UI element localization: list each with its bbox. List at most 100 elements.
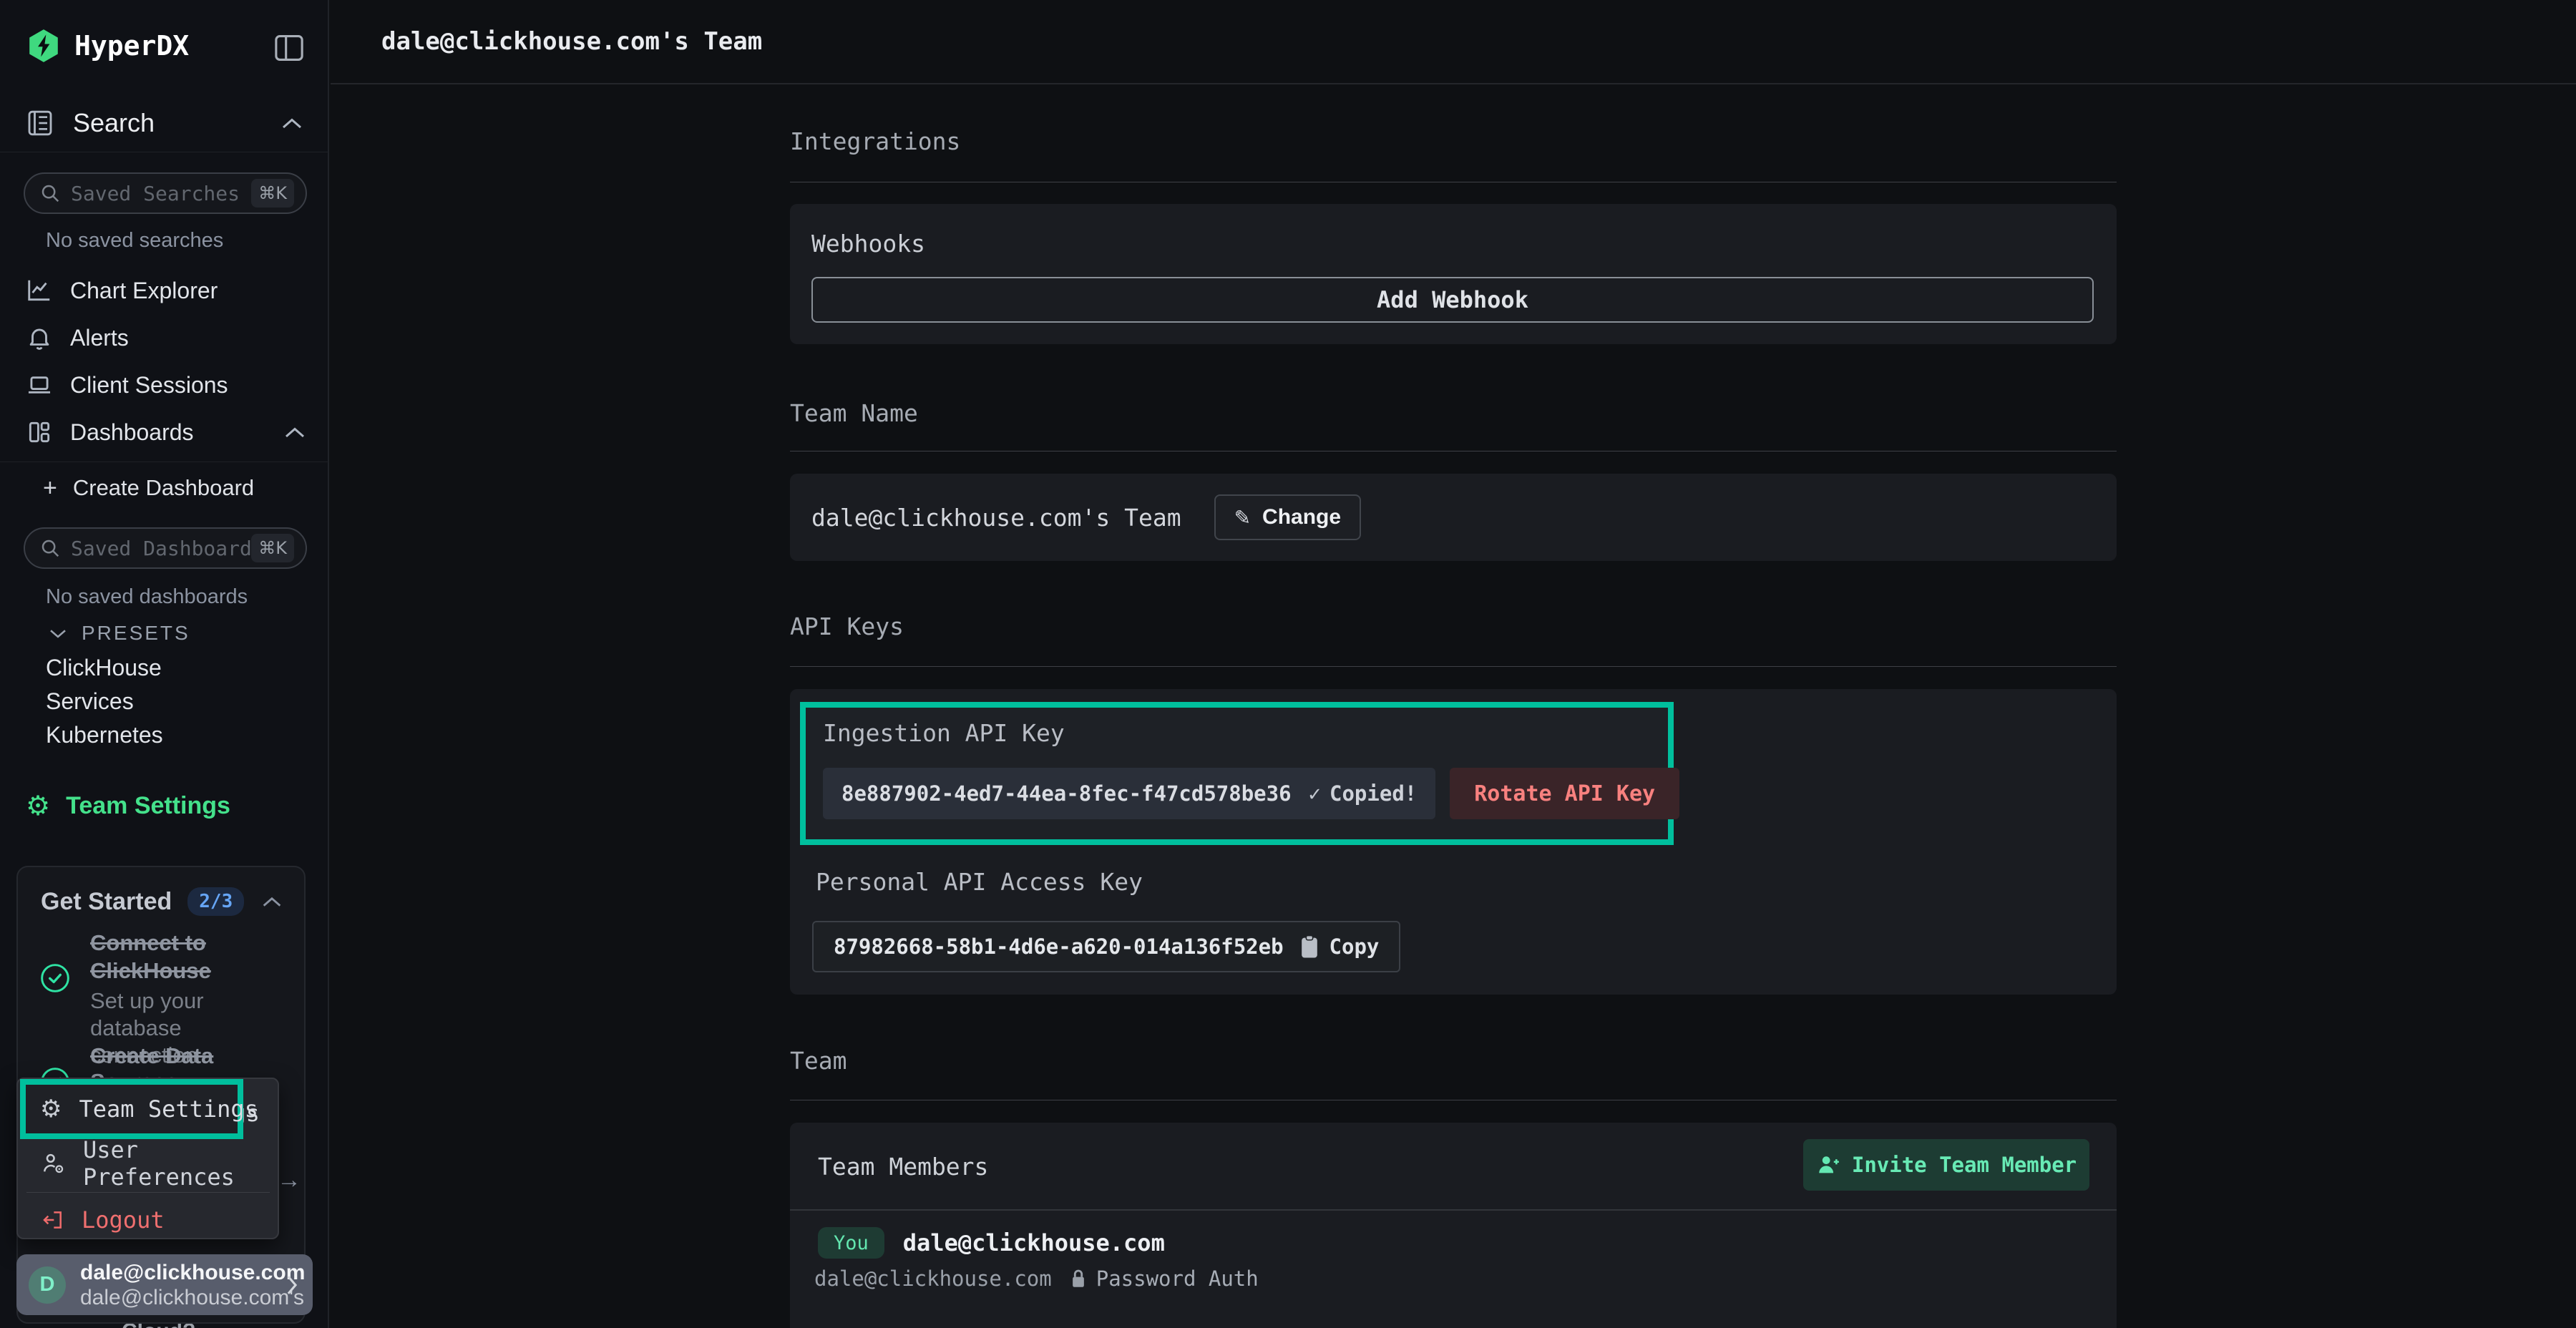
app-root: HyperDX Search — [0, 0, 2576, 1328]
get-started-title: Get Started — [41, 888, 172, 916]
chevron-right-icon — [284, 1273, 300, 1297]
chart-explorer-label: Chart Explorer — [70, 278, 218, 304]
chart-explorer-icon — [26, 277, 53, 304]
alerts-label: Alerts — [70, 325, 129, 351]
menu-user-preferences-label: User Preferences — [83, 1136, 278, 1191]
user-plus-icon — [1816, 1153, 1840, 1177]
chevron-down-icon — [47, 626, 69, 640]
check-icon: ✓ — [1309, 781, 1321, 806]
sidebar-section-search[interactable]: Search — [26, 106, 305, 140]
menu-item-user-preferences[interactable]: User Preferences — [42, 1145, 278, 1182]
team-member-meta: dale@clickhouse.com Password Auth — [814, 1264, 1259, 1293]
hyperdx-logo-icon — [26, 27, 62, 64]
sidebar-item-dashboards[interactable]: Dashboards — [0, 410, 329, 454]
no-saved-dashboards-note: No saved dashboards — [46, 585, 248, 609]
change-button-label: Change — [1262, 505, 1341, 529]
team-name-card: dale@clickhouse.com's Team ✎ Change — [790, 474, 2117, 561]
plus-icon: + — [43, 474, 57, 502]
avatar-initial: D — [40, 1273, 55, 1297]
sidebar-item-client-sessions[interactable]: Client Sessions — [0, 363, 329, 407]
menu-logout-label: Logout — [82, 1206, 165, 1234]
chevron-up-icon[interactable] — [282, 424, 308, 441]
member-name: dale@clickhouse.com — [903, 1229, 1165, 1256]
team-member-row: You dale@clickhouse.com — [818, 1226, 1165, 1259]
add-webhook-button[interactable]: Add Webhook — [811, 277, 2094, 323]
team-name-value: dale@clickhouse.com's Team — [811, 504, 1181, 532]
search-section-label: Search — [73, 108, 155, 138]
user-card-subtitle: dale@clickhouse.com's — [80, 1286, 284, 1310]
chevron-up-icon[interactable] — [279, 114, 305, 132]
saved-dashboards-input[interactable] — [71, 537, 251, 560]
laptop-icon — [26, 371, 53, 399]
api-keys-card: Ingestion API Key 8e887902-4ed7-44ea-8fe… — [790, 689, 2117, 995]
change-team-name-button[interactable]: ✎ Change — [1214, 494, 1361, 540]
collapse-sidebar-icon[interactable] — [274, 34, 304, 62]
team-members-title: Team Members — [818, 1153, 988, 1181]
sidebar-item-team-settings[interactable]: ⚙ Team Settings — [26, 787, 230, 824]
gear-icon: ⚙ — [26, 790, 50, 821]
presets-label: PRESETS — [82, 622, 190, 645]
chevron-up-icon[interactable] — [260, 894, 284, 909]
invite-button-label: Invite Team Member — [1852, 1153, 2077, 1177]
saved-searches-input[interactable] — [71, 182, 251, 205]
logout-icon — [42, 1209, 64, 1231]
item1-title-line1: Connect to — [90, 929, 291, 957]
clipboard-icon — [1299, 934, 1319, 959]
app-title: HyperDX — [74, 30, 189, 62]
user-card-name: dale@clickhouse.com — [80, 1260, 284, 1286]
team-members-card: Team Members Invite Team Member You dale… — [790, 1123, 2117, 1328]
rotate-api-key-button[interactable]: Rotate API Key — [1450, 768, 1679, 819]
ingestion-api-key-chip[interactable]: 8e887902-4ed7-44ea-8fec-f47cd578be36 ✓ C… — [823, 768, 1435, 819]
dashboards-label: Dashboards — [70, 419, 194, 446]
integrations-heading: Integrations — [790, 127, 960, 155]
dashboards-icon — [26, 419, 53, 446]
gear-icon: ⚙ — [40, 1095, 62, 1123]
copy-button-label: Copy — [1330, 934, 1380, 959]
search-icon — [39, 182, 61, 204]
get-started-progress-badge: 2/3 — [187, 887, 244, 916]
webhooks-title: Webhooks — [811, 230, 925, 258]
preset-services[interactable]: Services — [46, 688, 134, 715]
search-icon — [39, 537, 61, 559]
webhooks-card: Webhooks Add Webhook — [790, 204, 2117, 344]
presets-toggle[interactable]: PRESETS — [47, 620, 190, 647]
client-sessions-label: Client Sessions — [70, 372, 228, 399]
menu-team-settings-label: Team Settings — [79, 1095, 258, 1123]
pencil-icon: ✎ — [1234, 506, 1251, 529]
api-keys-heading: API Keys — [790, 612, 904, 640]
team-settings-link-label: Team Settings — [66, 792, 230, 820]
ingestion-api-key-value: 8e887902-4ed7-44ea-8fec-f47cd578be36 — [841, 781, 1292, 806]
logo: HyperDX — [26, 27, 189, 64]
sidebar-item-alerts[interactable]: Alerts — [0, 316, 329, 360]
preset-clickhouse[interactable]: ClickHouse — [46, 655, 162, 681]
item1-title-line2: ClickHouse — [90, 957, 291, 985]
search-section-icon — [26, 108, 54, 138]
shortcut-badge: ⌘K — [251, 179, 294, 208]
item1-subtitle-line1: Set up your database — [90, 987, 291, 1042]
personal-api-key-chip[interactable]: 87982668-58b1-4d6e-a620-014a136f52eb Cop… — [812, 921, 1400, 972]
saved-dashboards-search[interactable]: ⌘K — [24, 527, 307, 569]
invite-team-member-button[interactable]: Invite Team Member — [1803, 1139, 2089, 1191]
saved-searches-search[interactable]: ⌘K — [24, 172, 307, 214]
member-auth-method: Password Auth — [1096, 1266, 1259, 1291]
page-header: dale@clickhouse.com's Team — [331, 0, 2576, 84]
preset-kubernetes[interactable]: Kubernetes — [46, 722, 163, 748]
ingestion-api-key-label: Ingestion API Key — [823, 719, 1065, 747]
user-account-card[interactable]: D dale@clickhouse.com dale@clickhouse.co… — [16, 1254, 313, 1315]
menu-divider — [26, 1192, 270, 1193]
lock-icon — [1070, 1268, 1086, 1289]
sidebar: HyperDX Search — [0, 0, 329, 1328]
divider — [790, 666, 2117, 667]
shortcut-badge: ⌘K — [251, 534, 294, 562]
create-dashboard-button[interactable]: + Create Dashboard — [43, 472, 254, 504]
check-circle-icon — [39, 962, 71, 994]
sidebar-item-chart-explorer[interactable]: Chart Explorer — [0, 268, 329, 313]
team-heading: Team — [790, 1047, 847, 1075]
team-name-heading: Team Name — [790, 399, 918, 427]
menu-item-team-settings-highlighted[interactable]: ⚙ Team Settings — [40, 1090, 258, 1128]
user-gear-icon — [42, 1151, 66, 1176]
personal-api-key-label: Personal API Access Key — [816, 868, 1143, 896]
arrow-right-icon: → — [277, 1166, 301, 1194]
menu-item-logout[interactable]: Logout — [42, 1202, 165, 1238]
you-badge: You — [818, 1227, 884, 1259]
